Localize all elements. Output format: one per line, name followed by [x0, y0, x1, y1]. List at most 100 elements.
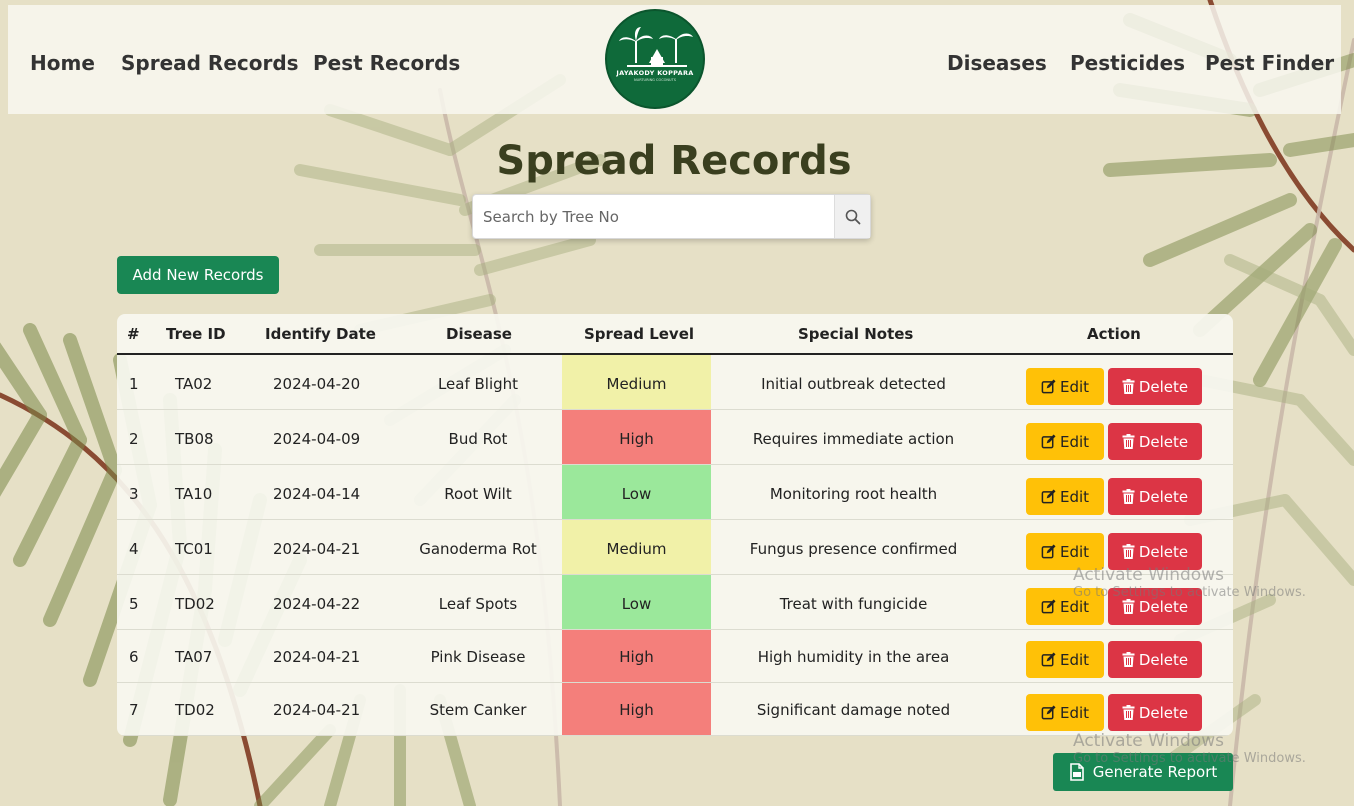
spread-level-cell: High — [562, 683, 711, 735]
search-button[interactable] — [834, 195, 870, 238]
row-number: 3 — [129, 485, 139, 503]
spread-level-text: Low — [621, 485, 652, 503]
spread-level-text: High — [619, 648, 654, 666]
trash-icon — [1122, 544, 1135, 559]
delete-button[interactable]: Delete — [1108, 368, 1202, 405]
tree-id-cell: TD02 — [175, 595, 215, 613]
edit-button[interactable]: Edit — [1026, 641, 1104, 678]
edit-label: Edit — [1059, 650, 1090, 669]
row-number: 7 — [129, 701, 139, 719]
table-row: 2 TB08 2024-04-09 Bud Rot High Requires immed… — [117, 410, 1233, 465]
spread-level-text: High — [619, 430, 654, 448]
spread-level-cell: Low — [562, 465, 711, 519]
edit-button[interactable]: Edit — [1026, 694, 1104, 731]
special-notes-cell: Requires immediate action — [752, 430, 955, 448]
edit-label: Edit — [1059, 597, 1090, 616]
brand-logo[interactable]: JAYAKODY KOPPARA NURTURING COCONUTS — [605, 9, 705, 109]
disease-cell: Root Wilt — [444, 485, 512, 503]
column-header-number: # — [127, 325, 140, 343]
spread-level-text: Medium — [606, 375, 667, 393]
delete-button[interactable]: Delete — [1108, 423, 1202, 460]
nav-link-pest-finder[interactable]: Pest Finder — [1205, 51, 1334, 75]
add-new-records-button[interactable]: Add New Records — [117, 256, 279, 294]
identify-date-cell: 2024-04-22 — [273, 595, 361, 613]
disease-cell: Ganoderma Rot — [419, 540, 537, 558]
edit-button[interactable]: Edit — [1026, 368, 1104, 405]
delete-label: Delete — [1138, 432, 1189, 451]
search-input[interactable] — [473, 195, 834, 238]
edit-button[interactable]: Edit — [1026, 478, 1104, 515]
navbar: Home Spread Records Pest Records JAYAKOD… — [8, 5, 1341, 114]
column-header-disease: Disease — [446, 325, 512, 343]
spread-level-text: Low — [621, 595, 652, 613]
nav-link-pest-records[interactable]: Pest Records — [313, 51, 460, 75]
column-header-tree-id: Tree ID — [166, 325, 226, 343]
disease-cell: Pink Disease — [430, 648, 526, 666]
edit-icon — [1041, 544, 1056, 559]
row-number: 4 — [129, 540, 139, 558]
table-row: 3 TA10 2024-04-14 Root Wilt Low Monitoring ro… — [117, 465, 1233, 520]
identify-date-cell: 2024-04-21 — [273, 648, 361, 666]
edit-button[interactable]: Edit — [1026, 588, 1104, 625]
special-notes-cell: Monitoring root health — [769, 485, 938, 503]
disease-cell: Bud Rot — [448, 430, 508, 448]
edit-icon — [1041, 434, 1056, 449]
spread-level-cell: High — [562, 630, 711, 682]
edit-icon — [1041, 652, 1056, 667]
column-header-spread-level: Spread Level — [584, 325, 695, 343]
delete-label: Delete — [1138, 650, 1189, 669]
trash-icon — [1122, 599, 1135, 614]
nav-link-pesticides[interactable]: Pesticides — [1070, 51, 1185, 75]
row-number: 5 — [129, 595, 139, 613]
delete-button[interactable]: Delete — [1108, 588, 1202, 625]
spread-level-cell: Medium — [562, 520, 711, 574]
trash-icon — [1122, 705, 1135, 720]
disease-cell: Leaf Spots — [438, 595, 518, 613]
identify-date-cell: 2024-04-21 — [273, 701, 361, 719]
delete-label: Delete — [1138, 542, 1189, 561]
spread-records-table: # Tree ID Identify Date Disease Spread L… — [117, 314, 1233, 736]
edit-button[interactable]: Edit — [1026, 423, 1104, 460]
generate-report-button[interactable]: Generate Report — [1053, 753, 1233, 791]
search-bar — [472, 194, 871, 239]
edit-label: Edit — [1059, 432, 1090, 451]
row-number: 6 — [129, 648, 139, 666]
delete-label: Delete — [1138, 487, 1189, 506]
column-header-action: Action — [1087, 325, 1141, 343]
special-notes-cell: Significant damage noted — [756, 701, 951, 719]
edit-label: Edit — [1059, 703, 1090, 722]
delete-button[interactable]: Delete — [1108, 694, 1202, 731]
column-header-special-notes: Special Notes — [798, 325, 914, 343]
edit-button[interactable]: Edit — [1026, 533, 1104, 570]
nav-link-diseases[interactable]: Diseases — [947, 51, 1047, 75]
row-number: 2 — [129, 430, 139, 448]
disease-cell: Stem Canker — [429, 701, 527, 719]
palm-tree-icon — [619, 27, 693, 67]
special-notes-cell: Fungus presence confirmed — [749, 540, 958, 558]
edit-icon — [1041, 599, 1056, 614]
nav-link-home[interactable]: Home — [30, 51, 95, 75]
delete-button[interactable]: Delete — [1108, 533, 1202, 570]
edit-icon — [1041, 379, 1056, 394]
page-title: Spread Records — [496, 138, 852, 184]
table-row: 6 TA07 2024-04-21 Pink Disease High High humi… — [117, 630, 1233, 683]
tree-id-cell: TA07 — [175, 648, 213, 666]
trash-icon — [1122, 379, 1135, 394]
delete-button[interactable]: Delete — [1108, 478, 1202, 515]
tree-id-cell: TA10 — [175, 485, 213, 503]
trash-icon — [1122, 434, 1135, 449]
edit-icon — [1041, 705, 1056, 720]
spread-level-text: Medium — [606, 540, 667, 558]
tree-id-cell: TA02 — [175, 375, 213, 393]
logo-subtitle: NURTURING COCONUTS — [634, 78, 676, 82]
generate-report-label: Generate Report — [1092, 763, 1218, 781]
table-row: 1 TA02 2024-04-20 Leaf Blight Medium Initial … — [117, 355, 1233, 410]
nav-link-spread-records[interactable]: Spread Records — [121, 51, 299, 75]
table-row: 4 TC01 2024-04-21 Ganoderma Rot Medium Fungus… — [117, 520, 1233, 575]
table-row: 7 TD02 2024-04-21 Stem Canker High Significan… — [117, 683, 1233, 736]
spread-level-text: High — [619, 701, 654, 719]
delete-button[interactable]: Delete — [1108, 641, 1202, 678]
tree-id-cell: TB08 — [175, 430, 214, 448]
spread-level-cell: Medium — [562, 355, 711, 409]
identify-date-cell: 2024-04-09 — [273, 430, 361, 448]
